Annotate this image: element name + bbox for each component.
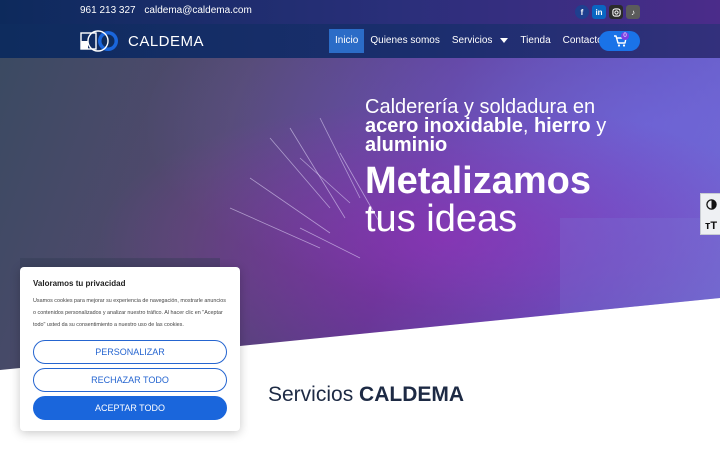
facebook-icon[interactable]: f xyxy=(575,5,589,19)
hero-headline-1: Metalizamos xyxy=(365,160,591,202)
cookie-consent-dialog: Valoramos tu privacidad Usamos cookies p… xyxy=(20,267,240,431)
tiktok-icon[interactable]: ♪ xyxy=(626,5,640,19)
reject-all-button[interactable]: RECHAZAR TODO xyxy=(33,368,227,392)
instagram-icon[interactable] xyxy=(609,5,623,19)
linkedin-icon[interactable]: in xyxy=(592,5,606,19)
brand-name: CALDEMA xyxy=(128,32,205,50)
nav-menu: Inicio Quienes somos Servicios Tienda Co… xyxy=(329,29,609,53)
email-link[interactable]: caldema@caldema.com xyxy=(144,5,251,16)
text-size-icon: ᴛT xyxy=(704,219,718,232)
cart-count-badge: 0 xyxy=(621,32,629,40)
nav-item-inicio[interactable]: Inicio xyxy=(329,29,365,53)
accessibility-toolbar: ᴛT xyxy=(700,193,720,235)
services-heading: Servicios CALDEMA xyxy=(268,383,464,407)
cookie-title: Valoramos tu privacidad xyxy=(33,279,126,288)
services-heading-brand: CALDEMA xyxy=(359,383,465,406)
top-contact-bar: 961 213 327 caldema@caldema.com f in ♪ xyxy=(0,0,720,24)
contrast-icon xyxy=(705,199,717,210)
logo-mark-icon xyxy=(80,30,118,52)
hero-separator: , xyxy=(522,115,534,137)
cart-button[interactable]: 0 xyxy=(599,31,640,51)
logo[interactable]: CALDEMA xyxy=(80,30,204,52)
nav-item-servicios-label: Servicios xyxy=(451,35,493,46)
hero-text: Calderería y soldadura en acero inoxidab… xyxy=(365,97,607,240)
contrast-toggle-button[interactable] xyxy=(701,194,720,215)
nav-item-tienda[interactable]: Tienda xyxy=(514,29,556,53)
contact-info: 961 213 327 caldema@caldema.com xyxy=(80,5,258,16)
social-links: f in ♪ xyxy=(575,5,640,19)
text-size-button[interactable]: ᴛT xyxy=(701,215,720,236)
chevron-down-icon[interactable] xyxy=(500,37,509,43)
hero-subtitle-line-3: aluminio xyxy=(365,134,448,156)
hero-material-2: hierro xyxy=(533,115,591,137)
phone-link[interactable]: 961 213 327 xyxy=(80,5,136,16)
services-heading-prefix: Servicios xyxy=(268,383,360,406)
page: 961 213 327 caldema@caldema.com f in ♪ C… xyxy=(0,0,720,450)
hero-headline-2: tus ideas xyxy=(365,198,518,240)
accept-all-button[interactable]: ACEPTAR TODO xyxy=(33,396,227,420)
cookie-description: Usamos cookies para mejorar su experienc… xyxy=(33,298,226,328)
customize-button[interactable]: PERSONALIZAR xyxy=(33,340,227,364)
nav-item-servicios[interactable]: Servicios xyxy=(446,29,515,53)
nav-item-quienes-somos[interactable]: Quienes somos xyxy=(364,29,445,53)
main-navbar: CALDEMA Inicio Quienes somos Servicios T… xyxy=(0,24,720,58)
hero-conjunction: y xyxy=(590,115,607,137)
